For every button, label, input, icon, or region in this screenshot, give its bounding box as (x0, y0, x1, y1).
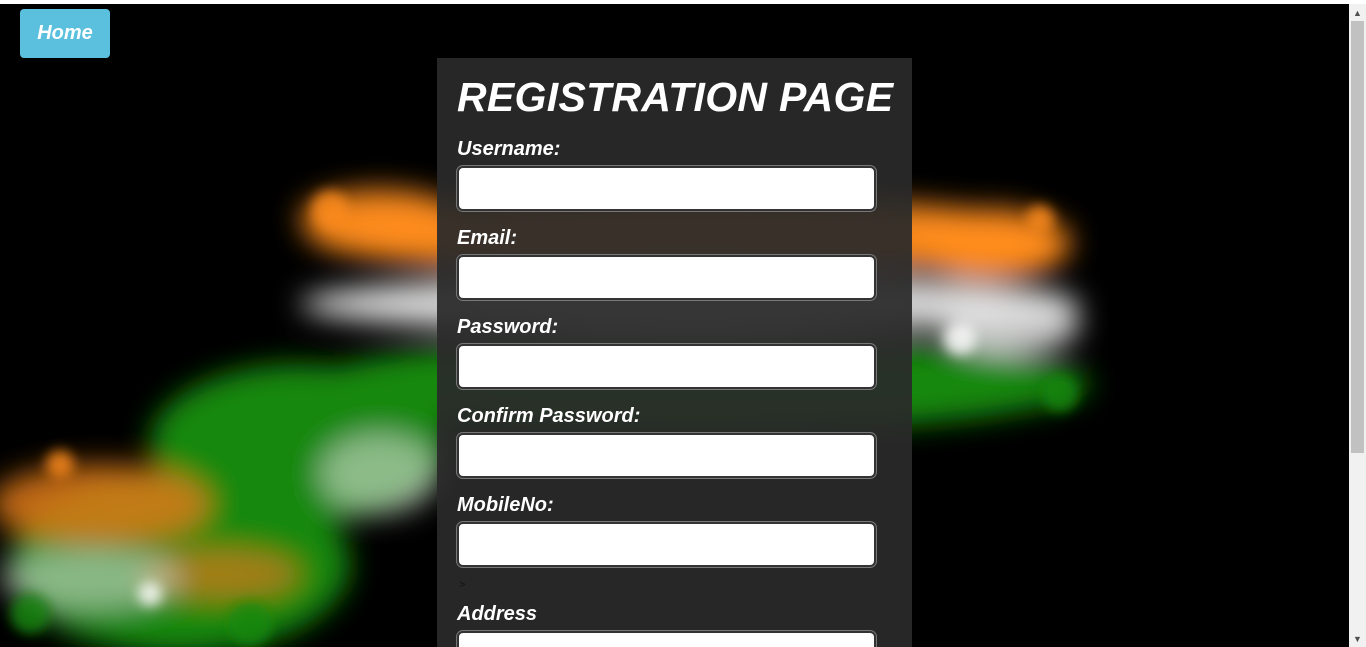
mobile-number-input[interactable] (457, 522, 876, 567)
mobile-number-label: MobileNo: (457, 494, 554, 516)
address-input[interactable] (457, 631, 876, 647)
password-input[interactable] (457, 344, 876, 389)
scroll-up-arrow-icon[interactable]: ▲ (1349, 4, 1366, 21)
registration-form-panel: REGISTRATION PAGE Username: Email: Passw… (437, 58, 912, 647)
scroll-down-arrow-icon[interactable]: ▼ (1349, 630, 1366, 647)
email-input[interactable] (457, 255, 876, 300)
password-label: Password: (457, 316, 559, 338)
scrollbar-thumb[interactable] (1351, 21, 1364, 453)
username-input[interactable] (457, 166, 876, 211)
email-label: Email: (457, 227, 518, 249)
page-title: REGISTRATION PAGE (457, 74, 894, 120)
confirm-password-label: Confirm Password: (457, 405, 641, 427)
vertical-scrollbar[interactable]: ▲ ▼ (1349, 4, 1366, 647)
home-button[interactable]: Home (20, 9, 110, 58)
confirm-password-input[interactable] (457, 433, 876, 478)
stray-character: > (459, 579, 466, 591)
username-label: Username: (457, 138, 561, 160)
page-viewport: Home REGISTRATION PAGE Username: Email: … (0, 4, 1349, 647)
address-label: Address (457, 603, 538, 625)
